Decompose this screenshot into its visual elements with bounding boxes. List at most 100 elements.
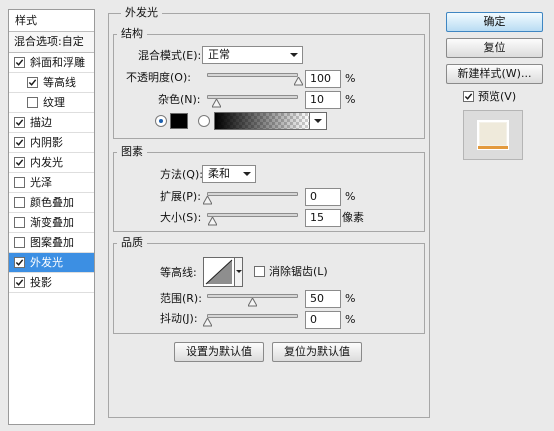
structure-title: 结构: [117, 28, 147, 40]
style-checkbox[interactable]: [14, 177, 25, 188]
size-slider-thumb[interactable]: [207, 217, 217, 226]
spread-input[interactable]: 0: [305, 188, 341, 206]
spread-slider-thumb[interactable]: [202, 196, 212, 205]
contour-picker[interactable]: [203, 257, 243, 287]
style-item-label: 纹理: [43, 96, 65, 109]
range-percent: %: [345, 292, 356, 305]
preview-checkbox[interactable]: [463, 91, 474, 102]
chevron-down-icon: [290, 53, 298, 57]
style-item-label: 内阴影: [30, 136, 63, 149]
check-icon: [15, 119, 24, 126]
noise-slider[interactable]: [207, 95, 298, 99]
technique-select[interactable]: 柔和: [202, 165, 256, 183]
style-item[interactable]: 内发光: [9, 153, 94, 173]
preview-label[interactable]: 预览(V): [478, 90, 516, 104]
new-style-button[interactable]: 新建样式(W)...: [446, 64, 543, 84]
style-checkbox[interactable]: [14, 137, 25, 148]
style-checkbox[interactable]: [14, 117, 25, 128]
noise-input[interactable]: 10: [305, 91, 341, 109]
style-item-label: 光泽: [30, 176, 52, 189]
color-mode-radio[interactable]: [155, 115, 167, 127]
style-checkbox[interactable]: [27, 97, 38, 108]
style-preview-thumbnail: [463, 110, 523, 160]
glow-color-swatch[interactable]: [170, 113, 188, 129]
check-icon: [15, 279, 24, 286]
style-item[interactable]: 等高线: [9, 73, 94, 93]
style-item-label: 外发光: [30, 256, 63, 269]
blend-mode-label: 混合模式(E):: [138, 49, 202, 62]
opacity-label: 不透明度(O):: [126, 71, 191, 84]
size-unit: 像素: [342, 211, 364, 224]
contour-dropdown-button[interactable]: [234, 258, 242, 286]
style-item[interactable]: 外发光: [9, 253, 94, 273]
glow-gradient-picker[interactable]: [214, 112, 327, 130]
anti-alias-checkbox[interactable]: [254, 266, 265, 277]
style-item[interactable]: 投影: [9, 273, 94, 293]
opacity-percent: %: [345, 72, 356, 85]
style-checkbox[interactable]: [14, 57, 25, 68]
style-item[interactable]: 图案叠加: [9, 233, 94, 253]
style-checkbox[interactable]: [14, 157, 25, 168]
gradient-mode-radio[interactable]: [198, 115, 210, 127]
opacity-slider[interactable]: [207, 73, 298, 77]
style-item[interactable]: 斜面和浮雕: [9, 53, 94, 73]
range-slider-thumb[interactable]: [248, 298, 257, 307]
style-item[interactable]: 光泽: [9, 173, 94, 193]
jitter-slider[interactable]: [207, 314, 298, 318]
reset-default-button[interactable]: 复位为默认值: [272, 342, 362, 362]
jitter-slider-thumb[interactable]: [202, 318, 212, 327]
style-checkbox[interactable]: [14, 277, 25, 288]
spread-slider[interactable]: [207, 192, 298, 196]
gradient-dropdown-button[interactable]: [309, 113, 326, 129]
blending-options-item[interactable]: 混合选项:自定: [9, 32, 94, 53]
styles-list: 样式 混合选项:自定 斜面和浮雕等高线纹理描边内阴影内发光光泽颜色叠加渐变叠加图…: [8, 9, 95, 425]
size-label: 大小(S):: [160, 211, 202, 224]
spread-percent: %: [345, 190, 356, 203]
style-item-label: 渐变叠加: [30, 216, 74, 229]
chevron-down-icon: [314, 119, 322, 123]
gradient-preview: [215, 113, 309, 129]
style-item-label: 斜面和浮雕: [30, 56, 85, 69]
elements-title: 图素: [117, 146, 147, 158]
styles-header[interactable]: 样式: [9, 10, 94, 32]
check-icon: [15, 259, 24, 266]
style-item[interactable]: 描边: [9, 113, 94, 133]
style-checkbox[interactable]: [14, 197, 25, 208]
style-item-label: 等高线: [43, 76, 76, 89]
ok-button[interactable]: 确定: [446, 12, 543, 32]
reset-button[interactable]: 复位: [446, 38, 543, 58]
noise-percent: %: [345, 93, 356, 106]
style-checkbox[interactable]: [14, 237, 25, 248]
check-icon: [15, 59, 24, 66]
chevron-down-icon: [236, 270, 242, 273]
style-item[interactable]: 内阴影: [9, 133, 94, 153]
style-checkbox[interactable]: [27, 77, 38, 88]
check-icon: [464, 93, 473, 100]
style-item-label: 颜色叠加: [30, 196, 74, 209]
anti-alias-label[interactable]: 消除锯齿(L): [269, 265, 328, 279]
contour-label: 等高线:: [160, 266, 197, 279]
blend-mode-value: 正常: [208, 48, 230, 61]
noise-label: 杂色(N):: [158, 93, 201, 106]
opacity-slider-thumb[interactable]: [293, 77, 303, 86]
style-item[interactable]: 纹理: [9, 93, 94, 113]
range-input[interactable]: 50: [305, 290, 341, 308]
style-item-label: 内发光: [30, 156, 63, 169]
contour-preview-icon: [205, 259, 233, 285]
technique-value: 柔和: [208, 167, 230, 180]
noise-slider-thumb[interactable]: [211, 99, 221, 108]
blend-mode-select[interactable]: 正常: [202, 46, 303, 64]
check-icon: [15, 139, 24, 146]
size-slider[interactable]: [207, 213, 298, 217]
size-input[interactable]: 15: [305, 209, 341, 227]
style-item[interactable]: 渐变叠加: [9, 213, 94, 233]
style-item-label: 描边: [30, 116, 52, 129]
style-checkbox[interactable]: [14, 217, 25, 228]
chevron-down-icon: [243, 172, 251, 176]
make-default-button[interactable]: 设置为默认值: [174, 342, 264, 362]
style-item[interactable]: 颜色叠加: [9, 193, 94, 213]
style-checkbox[interactable]: [14, 257, 25, 268]
jitter-input[interactable]: 0: [305, 311, 341, 329]
opacity-input[interactable]: 100: [305, 70, 341, 88]
spread-label: 扩展(P):: [160, 190, 201, 203]
